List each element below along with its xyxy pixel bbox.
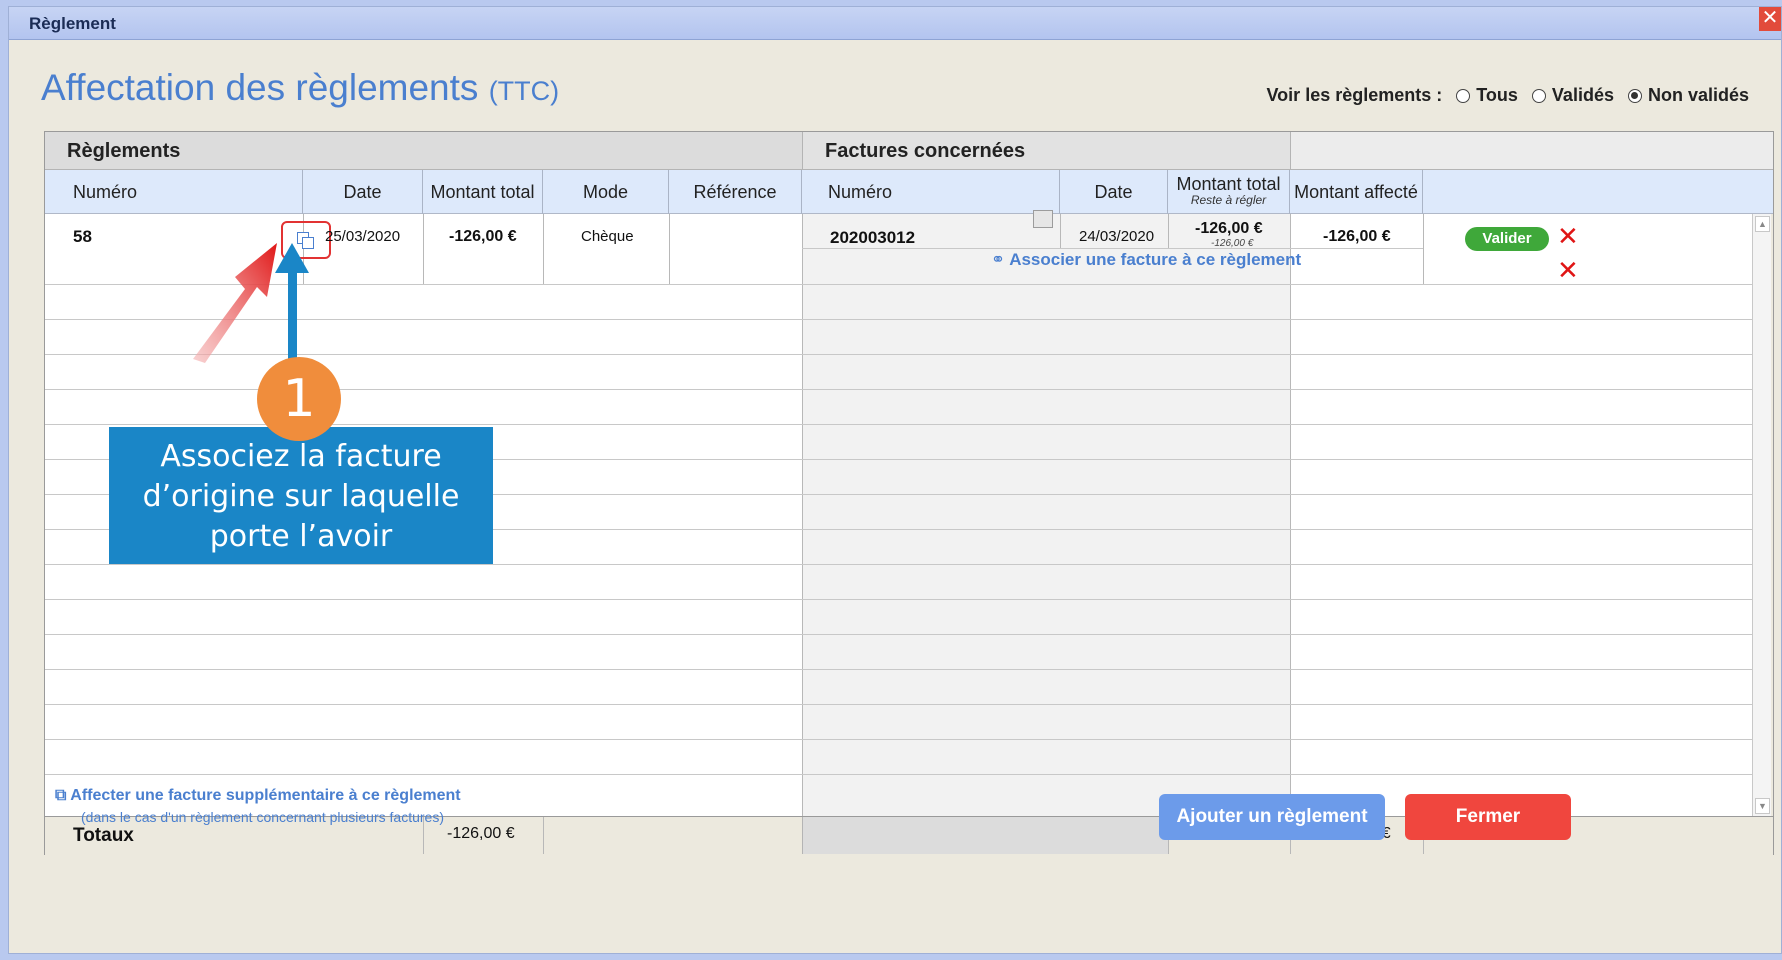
annotation-line: d’origine sur laquelle — [142, 479, 460, 514]
copy-icon: ⧉ — [55, 787, 71, 804]
add-extra-invoice-link[interactable]: ⧉ Affecter une facture supplémentaire à … — [55, 787, 461, 805]
annotation-line: Associez la facture — [160, 439, 442, 474]
reglement-window: Règlement ✕ Affectation des règlements (… — [8, 6, 1782, 954]
annotation-callout: Associez la facture d’origine sur laquel… — [109, 427, 493, 564]
close-button[interactable]: Fermer — [1405, 794, 1571, 840]
blue-arrow-head-icon — [275, 243, 309, 273]
add-extra-invoice-note: (dans le cas d'un règlement concernant p… — [81, 809, 444, 825]
step-badge: 1 — [257, 357, 341, 441]
blue-arrow-shaft — [288, 269, 297, 365]
red-arrow-icon — [193, 243, 277, 363]
add-extra-invoice-label: Affecter une facture supplémentaire à ce… — [70, 787, 461, 804]
add-payment-button[interactable]: Ajouter un règlement — [1159, 794, 1385, 840]
annotation-line: porte l’avoir — [209, 519, 393, 554]
